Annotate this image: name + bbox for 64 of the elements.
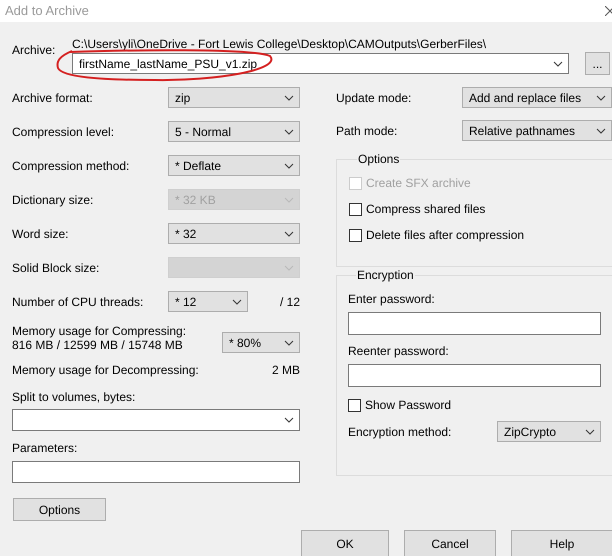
folder-path: C:\Users\yli\OneDrive - Fort Lewis College\Desktop\CAMOutputs\GerberFiles\: [72, 37, 488, 51]
checkbox[interactable]: [349, 202, 362, 216]
dialog-button[interactable]: OK: [301, 530, 389, 556]
caret-icon: [284, 340, 294, 346]
field-label: Archive:: [12, 43, 56, 59]
field-label: Number of CPU threads:: [12, 294, 144, 308]
checkbox[interactable]: [348, 398, 361, 412]
dropdown[interactable]: * Deflate: [168, 155, 300, 176]
caret-icon: [596, 128, 606, 134]
caret-icon: [284, 264, 294, 270]
group-title: Options: [357, 153, 400, 165]
archive-combobox[interactable]: firstName_lastName_PSU_v1.zip: [72, 53, 569, 74]
checkbox-label: Create SFX archive: [366, 176, 471, 190]
browse-button[interactable]: ...: [585, 52, 610, 75]
dropdown[interactable]: [12, 409, 300, 431]
window-title: Add to Archive: [5, 4, 89, 18]
caret-icon: [232, 298, 242, 304]
thread-count: / 12: [280, 294, 300, 308]
field-label: Split to volumes, bytes:: [12, 390, 136, 404]
dropdown[interactable]: Relative pathnames: [462, 120, 612, 141]
checkbox-label: Show Password: [365, 398, 452, 412]
group-title: Encryption: [356, 269, 415, 281]
caret-icon: [284, 94, 294, 100]
checkbox-label: Compress shared files: [366, 202, 486, 216]
dropdown[interactable]: ZipCrypto: [497, 421, 601, 442]
checkbox[interactable]: [349, 228, 362, 242]
field-label: Word size:: [12, 226, 68, 240]
field-label: Encryption method:: [348, 424, 452, 438]
caret-icon: [284, 162, 294, 168]
dropdown[interactable]: * 32: [168, 223, 300, 244]
field-label: Compression method:: [12, 158, 130, 172]
field-label: Reenter password:: [348, 344, 450, 358]
field-label: Update mode:: [336, 90, 412, 104]
caret-icon: [284, 417, 294, 423]
field-label: Enter password:: [348, 292, 436, 306]
dialog-button[interactable]: Help: [511, 530, 612, 556]
caret-icon: [284, 196, 294, 202]
field-label: Archive format:: [12, 90, 93, 104]
dialog-button[interactable]: Cancel: [404, 530, 496, 556]
memory-usage: 2 MB: [272, 363, 300, 377]
dropdown[interactable]: 5 - Normal: [168, 121, 300, 142]
field-label: Solid Block size:: [12, 260, 100, 274]
caret-icon: [553, 60, 563, 66]
caret-icon: [284, 230, 294, 236]
field-label: Compression level:: [12, 124, 114, 138]
close-icon[interactable]: [605, 6, 612, 16]
checkbox-label: Delete files after compression: [366, 228, 524, 242]
dropdown[interactable]: * 80%: [222, 332, 300, 353]
field-label: Dictionary size:: [12, 192, 94, 206]
dropdown[interactable]: Add and replace files: [462, 87, 612, 108]
parameters-field[interactable]: [12, 461, 300, 483]
field-label: Memory usage for Compressing:: [12, 324, 186, 338]
field-label: Parameters:: [12, 441, 78, 455]
field-label: Memory usage for Decompressing:: [12, 363, 199, 377]
dropdown[interactable]: * 12: [168, 291, 248, 312]
options-button[interactable]: Options: [13, 498, 106, 521]
password-field[interactable]: [348, 312, 601, 335]
dropdown[interactable]: zip: [168, 87, 300, 108]
password-field[interactable]: [348, 364, 601, 387]
field-label: Path mode:: [336, 124, 398, 138]
memory-usage: 816 MB / 12599 MB / 15748 MB: [12, 338, 184, 352]
caret-icon: [585, 428, 595, 434]
caret-icon: [284, 128, 294, 134]
caret-icon: [596, 94, 606, 100]
